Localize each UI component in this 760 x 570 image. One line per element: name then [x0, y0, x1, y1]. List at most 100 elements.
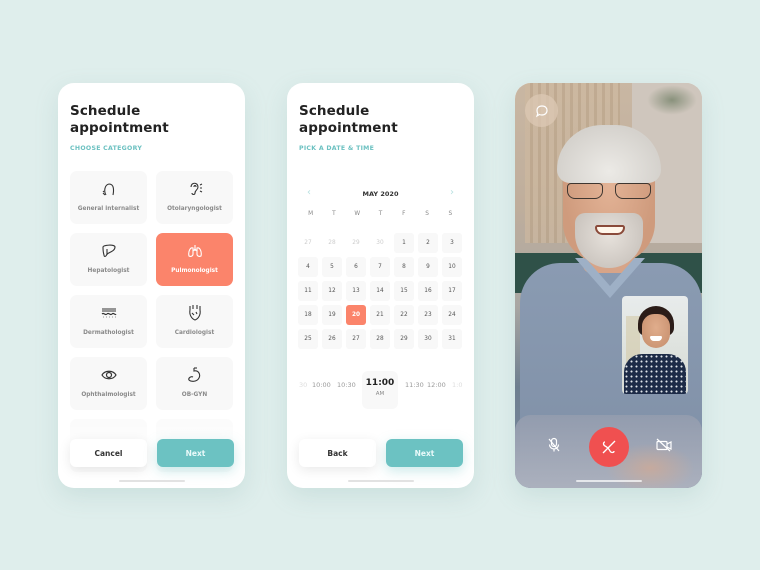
time-option[interactable]: 12:00 [427, 381, 446, 389]
calendar-day[interactable]: 10 [442, 257, 462, 277]
camera-off-icon [656, 438, 672, 452]
category-ophthalmologist[interactable]: Ophthalmologist [70, 357, 147, 410]
liver-icon [70, 242, 147, 260]
camera-off-button[interactable] [655, 437, 673, 453]
calendar-day[interactable]: 13 [346, 281, 366, 301]
home-indicator[interactable] [118, 480, 185, 482]
calendar-day[interactable]: 4 [298, 257, 318, 277]
calendar-day[interactable]: 1 [394, 233, 414, 253]
calendar-day[interactable]: 3 [442, 233, 462, 253]
calendar-day[interactable]: 28 [370, 329, 390, 349]
self-video-preview[interactable] [622, 296, 688, 394]
category-hepatologist[interactable]: Hepatologist [70, 233, 147, 286]
calendar-day[interactable]: 18 [298, 305, 318, 325]
weekday-label: S [425, 211, 429, 217]
calendar-day-selected[interactable]: 20 [346, 305, 366, 325]
weekday-header: MTWTFSS [299, 211, 462, 217]
calendar-day[interactable]: 27 [346, 329, 366, 349]
date-time-screen: Schedule appointment PICK A DATE & TIME … [287, 83, 474, 488]
calendar-day[interactable]: 11 [298, 281, 318, 301]
heart-icon [156, 304, 233, 322]
calendar-day[interactable]: 16 [418, 281, 438, 301]
background-plant [647, 85, 697, 115]
category-dermathologist[interactable]: Dermathologist [70, 295, 147, 348]
weekday-label: T [378, 211, 383, 217]
category-label: Hepatologist [87, 268, 130, 274]
skin-layers-icon [70, 304, 147, 322]
category-label: General internalist [77, 206, 140, 212]
calendar-day[interactable]: 5 [322, 257, 342, 277]
calendar-day[interactable]: 31 [442, 329, 462, 349]
calendar-day[interactable]: 15 [394, 281, 414, 301]
category-label: Dermathologist [83, 330, 134, 336]
category-general-internalist[interactable]: General internalist [70, 171, 147, 224]
cancel-button[interactable]: Cancel [70, 439, 147, 467]
title-line-1: Schedule [299, 103, 370, 119]
month-label: MAY 2020 [362, 190, 399, 198]
category-label: Otolaryngologist [167, 206, 222, 212]
phone-hangup-icon [602, 440, 616, 454]
back-button[interactable]: Back [299, 439, 376, 467]
title-line-1: Schedule [70, 103, 141, 119]
end-call-button[interactable] [589, 427, 629, 467]
time-option[interactable]: 1:0 [452, 381, 462, 389]
video-call-screen [515, 83, 702, 488]
calendar-day[interactable]: 25 [298, 329, 318, 349]
calendar-day: 29 [352, 240, 360, 246]
time-option[interactable]: 30 [299, 381, 307, 389]
lungs-icon [156, 242, 233, 260]
category-cardiologist[interactable]: Cardiologist [156, 295, 233, 348]
category-label: OB-GYN [181, 392, 208, 398]
calendar-day[interactable]: 22 [394, 305, 414, 325]
weekday-label: F [402, 211, 406, 217]
calendar-day[interactable]: 19 [322, 305, 342, 325]
calendar-day[interactable]: 6 [346, 257, 366, 277]
calendar-day[interactable]: 21 [370, 305, 390, 325]
category-ob-gyn[interactable]: OB-GYN [156, 357, 233, 410]
next-button[interactable]: Next [386, 439, 463, 467]
calendar-day: 28 [328, 240, 336, 246]
category-otolaryngologist[interactable]: Otolaryngologist [156, 171, 233, 224]
selected-time[interactable]: 11:00 AM [362, 371, 398, 409]
calendar-grid: 27 28 29 30 1 2 3 4 5 6 7 8 9 10 11 12 13 14 15 16 17 18 19 20 2… [298, 233, 464, 349]
mic-off-icon [548, 437, 560, 452]
calendar-header: ‹ MAY 2020 › [299, 187, 462, 201]
mute-button[interactable] [546, 437, 562, 453]
chat-button[interactable] [525, 94, 558, 127]
selected-time-period: AM [375, 391, 385, 397]
page-title: Schedule appointment [70, 103, 169, 137]
calendar-day[interactable]: 8 [394, 257, 414, 277]
calendar-day[interactable]: 23 [418, 305, 438, 325]
calendar-day[interactable]: 24 [442, 305, 462, 325]
calendar-day[interactable]: 12 [322, 281, 342, 301]
next-button[interactable]: Next [157, 439, 234, 467]
calendar-day: 27 [304, 240, 312, 246]
time-option[interactable]: 11:30 [405, 381, 424, 389]
eye-icon [70, 366, 147, 384]
weekday-label: T [332, 211, 336, 217]
selected-time-value: 11:00 [365, 378, 395, 388]
time-option[interactable]: 10:00 [312, 381, 331, 389]
time-picker[interactable]: 30 10:00 10:30 11:00 AM 11:30 12:00 1:0 [287, 371, 474, 409]
time-option[interactable]: 10:30 [337, 381, 356, 389]
calendar-day[interactable]: 14 [370, 281, 390, 301]
title-line-2: appointment [299, 120, 398, 136]
head-profile-icon [70, 180, 147, 198]
calendar-day[interactable]: 9 [418, 257, 438, 277]
calendar-day[interactable]: 30 [418, 329, 438, 349]
chevron-right-icon[interactable]: › [450, 187, 454, 198]
category-screen: Schedule appointment CHOOSE CATEGORY Gen… [58, 83, 245, 488]
calendar-day[interactable]: 7 [370, 257, 390, 277]
calendar-day[interactable]: 17 [442, 281, 462, 301]
home-indicator[interactable] [347, 480, 414, 482]
category-label: Cardiologist [174, 330, 215, 336]
home-indicator[interactable] [575, 480, 642, 482]
weekday-label: W [354, 211, 361, 217]
title-line-2: appointment [70, 120, 169, 136]
calendar-day: 30 [376, 240, 384, 246]
page-title: Schedule appointment [299, 103, 398, 137]
calendar-day[interactable]: 29 [394, 329, 414, 349]
category-pulmonologist[interactable]: Pulmonologist [156, 233, 233, 286]
calendar-day[interactable]: 2 [418, 233, 438, 253]
calendar-day[interactable]: 26 [322, 329, 342, 349]
